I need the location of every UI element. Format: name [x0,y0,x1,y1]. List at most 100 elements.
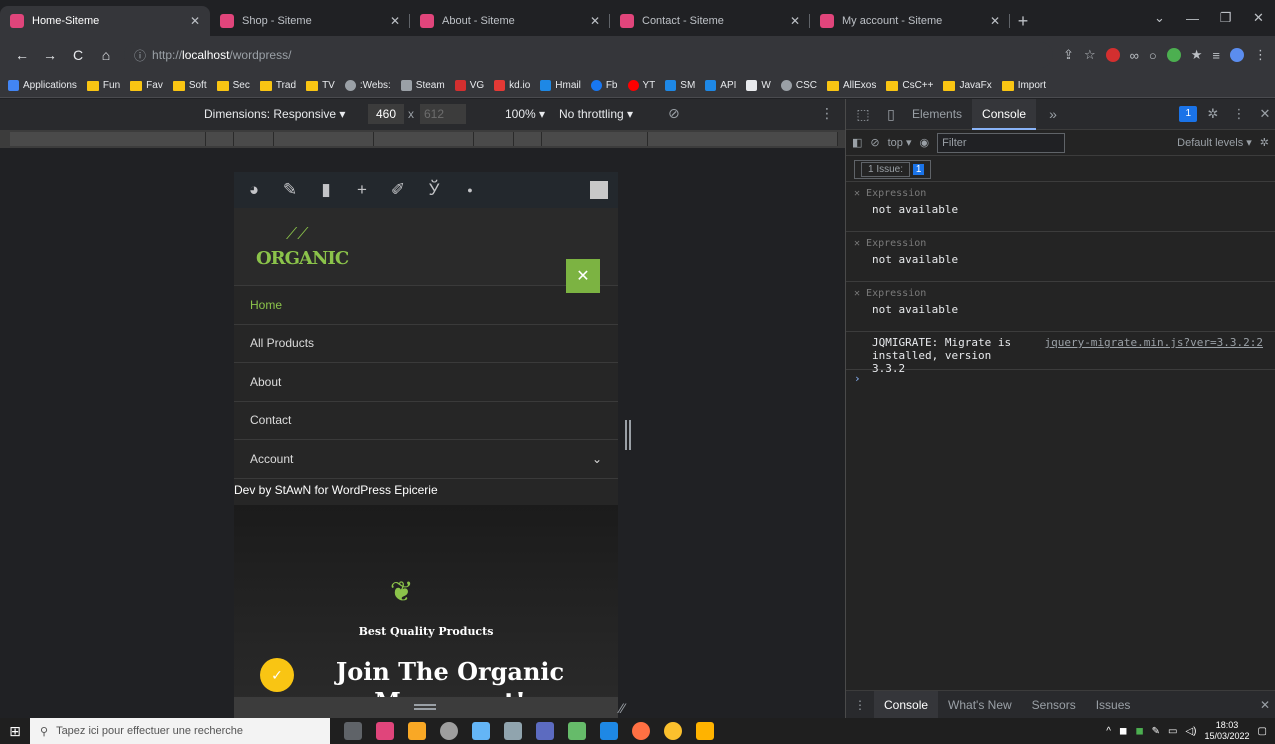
notifications-icon[interactable]: ▢ [1258,726,1267,737]
tab-contact[interactable]: Contact - Siteme ✕ [610,6,810,36]
bookmark-link[interactable]: CSC [780,80,817,91]
tab-about[interactable]: About - Siteme ✕ [410,6,610,36]
tab-console[interactable]: Console [972,98,1037,130]
remove-expression-icon[interactable]: ✕ [854,238,866,249]
close-tab-icon[interactable]: ✕ [790,14,800,28]
drawer-tab-console[interactable]: Console [874,690,939,719]
app-icon[interactable] [376,722,394,740]
log-source-link[interactable]: jquery-migrate.min.js?ver=3.3.2:2 [1044,336,1263,349]
taskbar-search-input[interactable]: ⚲ Tapez ici pour effectuer une recherche [30,718,330,744]
sidebar-toggle-icon[interactable]: ◧ [852,136,862,149]
menu-item-home[interactable]: Home [234,286,618,325]
taskbar-clock[interactable]: 18:03 15/03/2022 [1205,720,1250,742]
menu-item-all-products[interactable]: All Products [234,325,618,363]
menu-item-about[interactable]: About [234,363,618,402]
bookmark-link[interactable]: W [746,80,771,91]
new-tab-button[interactable]: + [1010,6,1036,36]
zoom-select[interactable]: 100% ▾ [505,107,545,121]
app-icon[interactable] [568,722,586,740]
bookmark-link[interactable]: kd.io [494,80,530,91]
bookmark-folder[interactable]: AllExos [826,80,876,91]
drawer-tab-whats-new[interactable]: What's New [938,691,1022,719]
extension-icon[interactable] [1166,48,1181,62]
expression-label[interactable]: Expression [866,288,926,299]
calculator-icon[interactable] [504,722,522,740]
close-tab-icon[interactable]: ✕ [190,14,200,28]
tab-elements[interactable]: Elements [902,99,972,130]
bookmark-folder[interactable]: Trad [259,80,296,91]
tab-shop[interactable]: Shop - Siteme ✕ [210,6,410,36]
bookmark-link[interactable]: Fb [590,80,618,91]
dimensions-select[interactable]: Dimensions: Responsive ▾ [204,107,345,121]
app-icon[interactable] [472,722,490,740]
bottom-resize-handle[interactable] [234,697,618,718]
close-window-icon[interactable]: ✕ [1242,10,1275,26]
dashboard-icon[interactable]: ◕ [244,180,264,200]
edit-pencil-icon[interactable]: ✐ [388,180,408,200]
bookmark-folder[interactable]: Sec [216,80,250,91]
volume-icon[interactable]: ◁) [1185,726,1196,737]
app-icon[interactable] [440,722,458,740]
gear-icon[interactable]: ✲ [1203,106,1223,122]
issues-count-badge[interactable]: 1 [1179,106,1197,122]
chevron-up-icon[interactable]: ^ [1106,726,1111,737]
right-resize-handle[interactable] [625,420,631,450]
customize-brush-icon[interactable]: ✎ [280,180,300,200]
chrome-icon[interactable] [664,722,682,740]
extensions-puzzle-icon[interactable]: ★ [1191,47,1203,63]
bookmark-folder[interactable]: Soft [172,80,207,91]
tray-app-icon[interactable]: ◼ [1119,726,1127,737]
tray-app-icon[interactable]: ◼ [1135,726,1143,737]
bookmark-applications[interactable]: Applications [8,80,77,91]
bookmark-folder[interactable]: Fun [86,80,120,91]
task-view-icon[interactable] [344,722,362,740]
extension-icon[interactable]: ∞ [1130,48,1139,63]
comments-icon[interactable]: ▮ [316,180,336,200]
restore-icon[interactable]: ❐ [1209,10,1242,26]
device-toggle-icon[interactable]: ▯ [880,106,902,123]
bookmark-link[interactable]: Hmail [540,80,581,91]
add-new-icon[interactable]: + [352,180,372,200]
pen-icon[interactable]: ✎ [1152,726,1160,737]
more-options-icon[interactable]: ⋮ [820,105,834,122]
site-logo[interactable]: ORGANIC [256,248,349,269]
rotate-icon[interactable]: ⊘ [668,105,680,122]
context-select[interactable]: top ▾ [888,136,912,149]
drawer-menu-icon[interactable]: ⋮ [846,698,874,712]
bookmark-star-icon[interactable]: ☆ [1084,47,1096,63]
log-levels-select[interactable]: Default levels ▾ [1177,136,1252,149]
close-tab-icon[interactable]: ✕ [390,14,400,28]
file-explorer-icon[interactable] [696,722,714,740]
close-tab-icon[interactable]: ✕ [990,14,1000,28]
throttling-select[interactable]: No throttling ▾ [559,107,633,121]
bookmark-folder[interactable]: JavaFx [943,80,992,91]
app-icon[interactable] [408,722,426,740]
bookmark-link[interactable]: API [705,80,736,91]
bookmark-link[interactable]: VG [454,80,484,91]
chevron-down-icon[interactable]: ⌄ [1143,10,1176,26]
menu-item-account[interactable]: Account ⌄ [234,440,618,479]
windows-start-icon[interactable]: ⊞ [0,723,30,740]
minimize-icon[interactable]: — [1176,11,1209,26]
issues-link[interactable]: 1 Issue: 1 [854,160,932,179]
close-tab-icon[interactable]: ✕ [590,14,600,28]
expression-label[interactable]: Expression [866,188,926,199]
expression-label[interactable]: Expression [866,238,926,249]
corner-resize-handle[interactable]: ⁄⁄ [620,700,625,716]
app-icon[interactable] [536,722,554,740]
close-devtools-icon[interactable]: ✕ [1255,106,1275,122]
extension-icon[interactable] [1105,48,1120,62]
bookmark-folder[interactable]: TV [306,80,335,91]
close-drawer-icon[interactable]: ✕ [1260,698,1270,712]
share-icon[interactable]: ⇪ [1063,47,1074,63]
extension-icon[interactable]: ○ [1149,48,1157,63]
yoast-icon[interactable]: Ў [424,180,444,200]
bookmark-folder[interactable]: Fav [130,80,163,91]
bookmark-link[interactable]: SM [665,80,695,91]
reading-list-icon[interactable]: ≡ [1212,48,1220,63]
user-avatar[interactable] [590,181,608,199]
drawer-tab-sensors[interactable]: Sensors [1022,691,1086,719]
bookmark-folder[interactable]: CsC++ [886,80,933,91]
profile-avatar[interactable] [1230,48,1244,62]
chevron-down-icon[interactable]: ⌄ [592,452,602,466]
